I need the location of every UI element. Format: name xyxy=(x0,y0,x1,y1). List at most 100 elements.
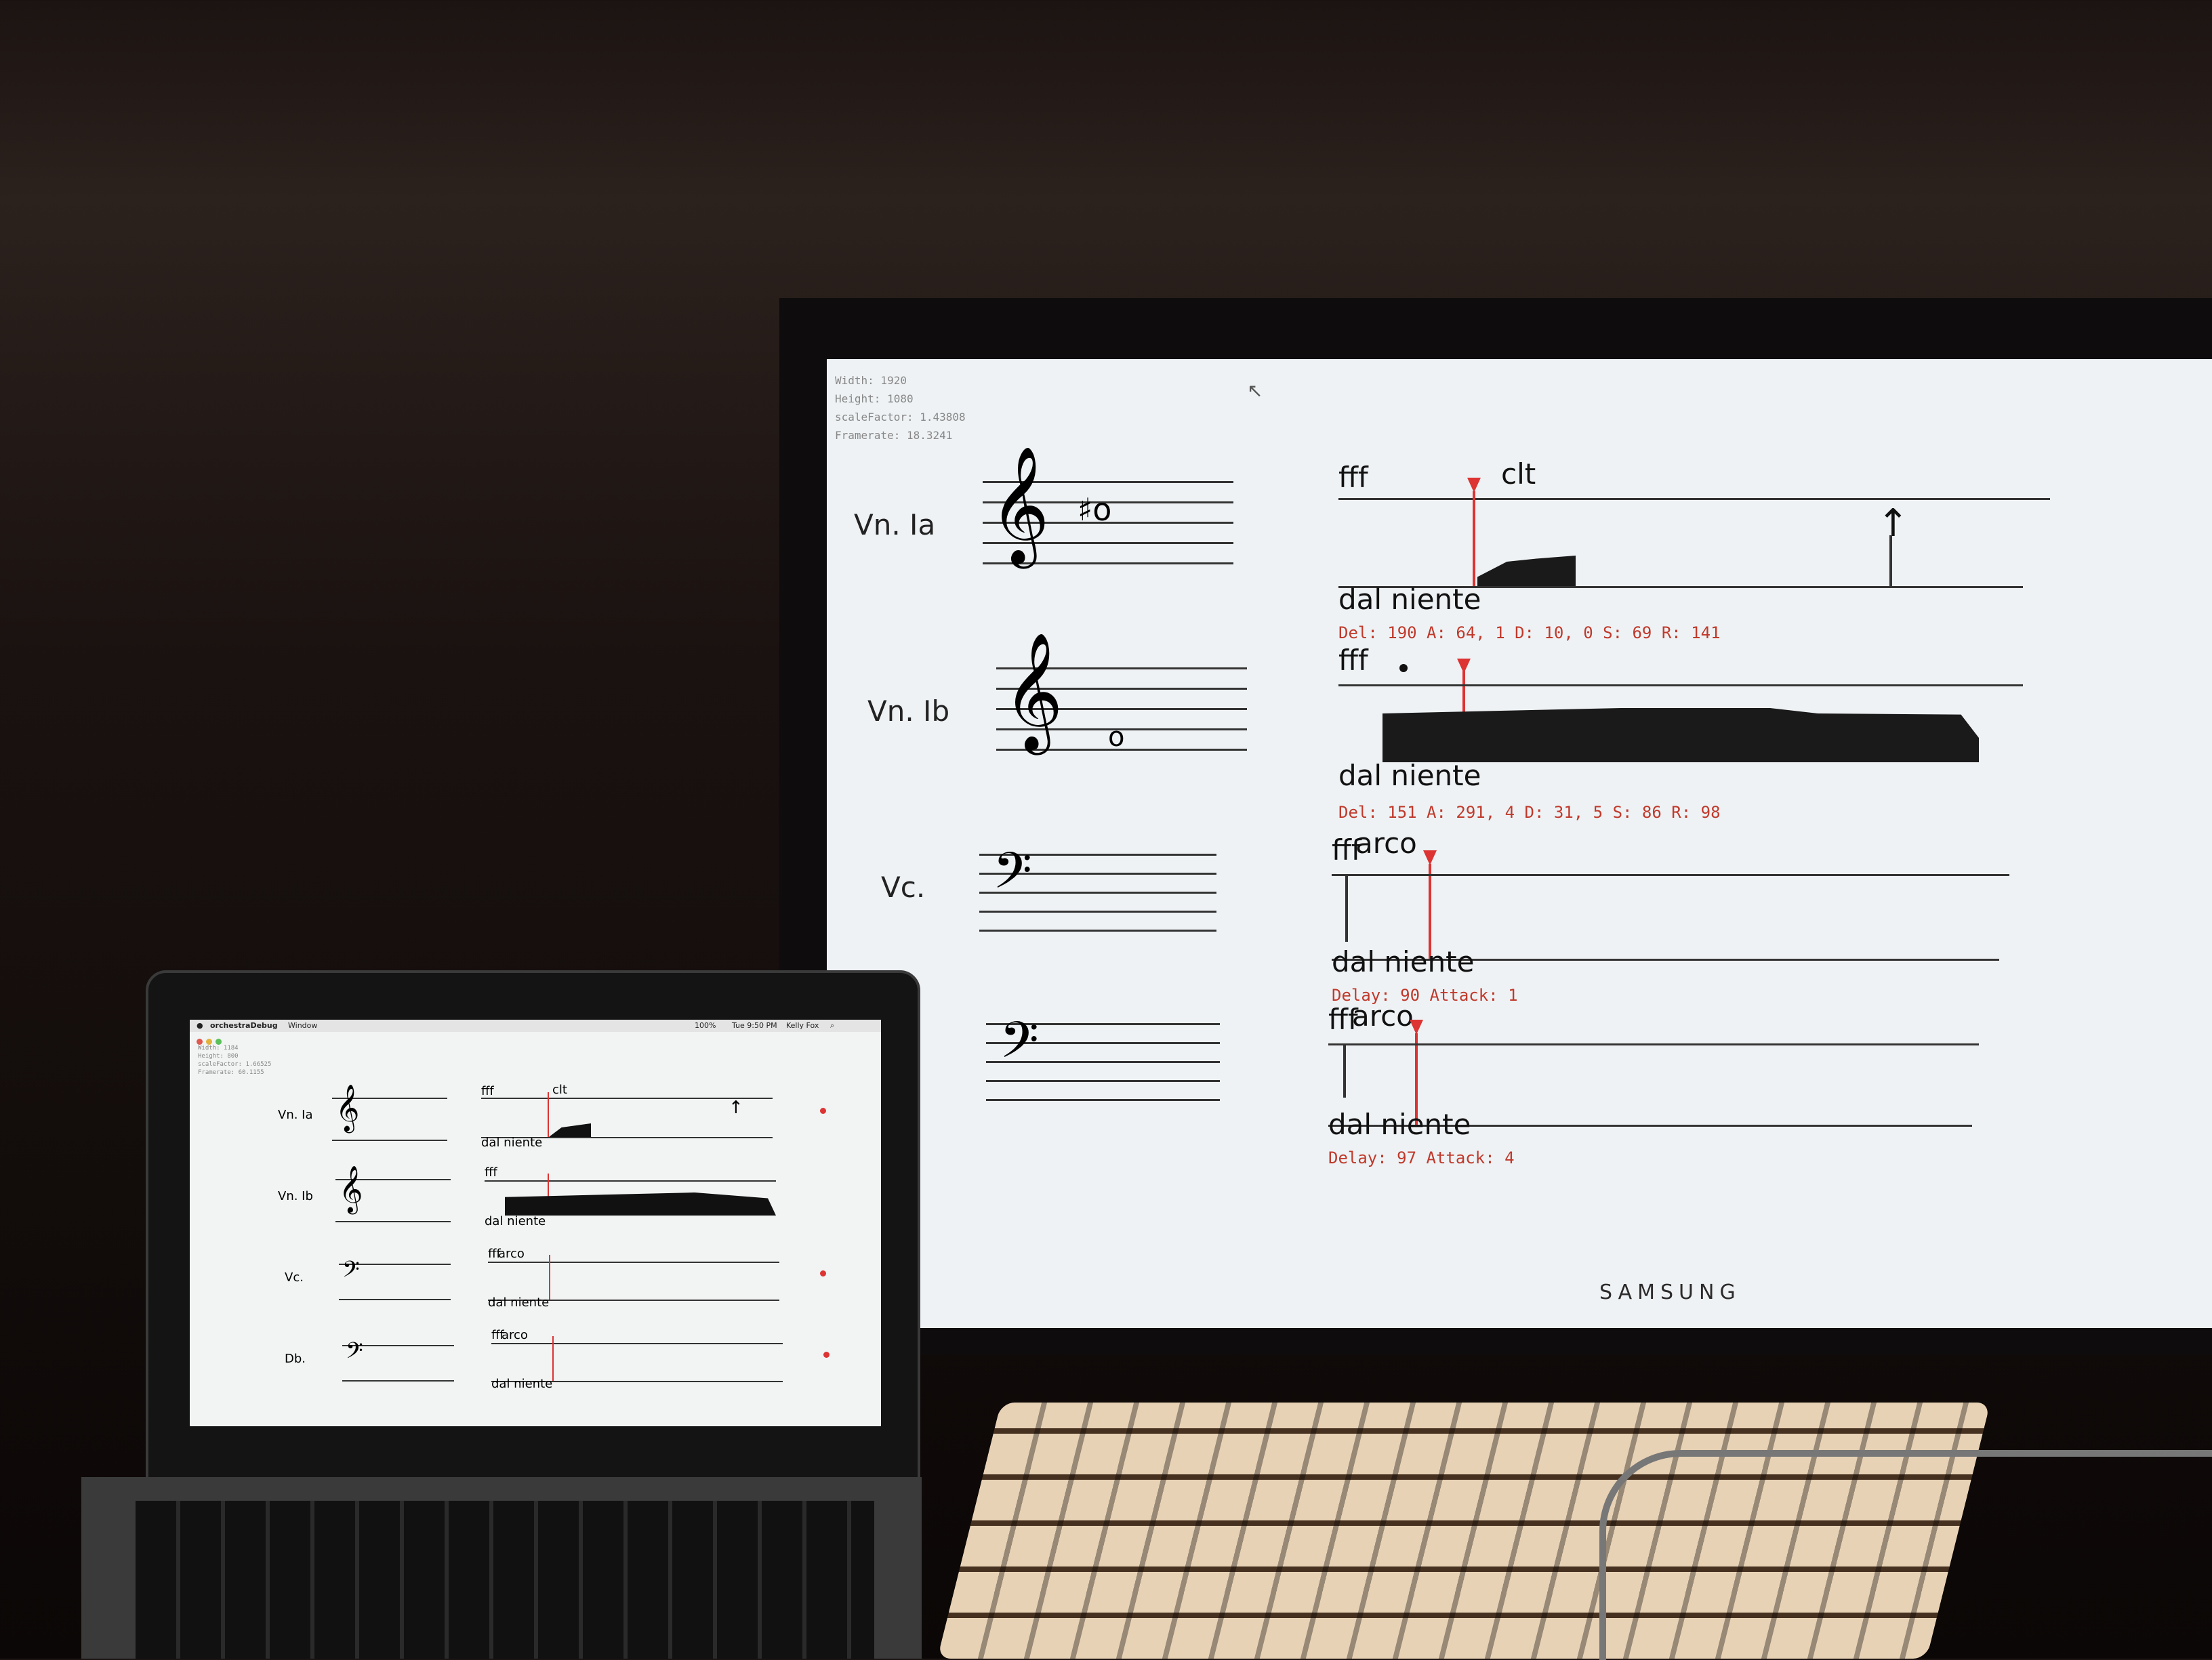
cable xyxy=(1599,1450,2212,1660)
debug-width: Width: 1184 xyxy=(198,1045,239,1052)
top-dynamic: fff xyxy=(1338,644,1368,677)
treble-staff: 𝄞 ♯o xyxy=(983,454,1233,569)
envelope-top-line xyxy=(485,1180,776,1182)
debug-overlay: Width: 1184 Height: 800 scaleFactor: 1.6… xyxy=(198,1044,271,1077)
laptop-screen: ● orchestraDebug Window 100% Tue 9:50 PM… xyxy=(190,1020,881,1426)
wall xyxy=(0,0,2212,298)
debug-width: Width: 1920 xyxy=(835,374,907,387)
technique: arco xyxy=(1355,827,1417,860)
envelope-top-line xyxy=(1328,1043,1979,1045)
envelope-top-line xyxy=(1332,874,2009,876)
menu-bar: ● orchestraDebug Window 100% Tue 9:50 PM… xyxy=(190,1020,881,1032)
mouse-pointer-icon: ↖ xyxy=(1247,379,1263,402)
status-dot xyxy=(823,1352,830,1358)
up-arrow-icon: ↑ xyxy=(729,1098,743,1118)
stave-row: Vn. Ib 𝄞 fff dal niente xyxy=(278,1165,874,1240)
envelope-shape xyxy=(1382,708,1979,762)
playhead-marker-icon xyxy=(1410,1020,1423,1035)
window-menu[interactable]: Window xyxy=(288,1021,317,1030)
up-arrow-icon: ↑ xyxy=(1877,501,1909,545)
playhead-marker-icon xyxy=(1423,850,1437,865)
stave-row: Vc. 𝄢 fff arco dal niente Delay: 90 Atta… xyxy=(881,827,2182,1005)
bass-staff: 𝄢 xyxy=(986,1016,1220,1104)
stave-row: Vn. Ib 𝄞 o fff dal niente Del: 151 A: 29… xyxy=(867,640,2182,822)
monitor-brand-logo: SAMSUNG xyxy=(1599,1281,1741,1304)
treble-clef-icon: 𝄞 xyxy=(989,446,1050,564)
clock[interactable]: Tue 9:50 PM xyxy=(732,1021,777,1030)
whole-note-icon: o xyxy=(1108,722,1125,753)
staff-line xyxy=(986,1099,1220,1101)
apple-menu-icon[interactable]: ● xyxy=(197,1021,203,1030)
search-icon[interactable]: ⌕ xyxy=(830,1021,834,1031)
technique: clt xyxy=(552,1083,567,1097)
envelope-stats: Delay: 97 Attack: 4 xyxy=(1328,1148,1515,1167)
technique: arco xyxy=(498,1247,525,1261)
arrow-shaft xyxy=(1889,535,1892,586)
debug-scale: scaleFactor: 1.43808 xyxy=(835,411,966,423)
app-menu[interactable]: orchestraDebug xyxy=(210,1021,278,1030)
sharp-note-icon: ♯o xyxy=(1078,491,1112,528)
instrument-label: Db. xyxy=(285,1352,306,1366)
debug-height: Height: 800 xyxy=(198,1053,239,1060)
technique: arco xyxy=(1352,999,1414,1033)
envelope-top-line xyxy=(491,1343,783,1344)
attack-line xyxy=(1343,1043,1346,1098)
envelope-top-line xyxy=(1338,498,2050,500)
technique: clt xyxy=(1501,457,1536,491)
bottom-text: dal niente xyxy=(1328,1108,1471,1141)
instrument-label: Vn. Ia xyxy=(278,1108,313,1122)
envelope-shape xyxy=(1477,556,1576,586)
envelope-shape xyxy=(505,1192,776,1216)
playhead xyxy=(548,1092,549,1137)
envelope-top-line xyxy=(488,1262,779,1263)
envelope-top-line xyxy=(1338,684,2023,686)
bottom-text: dal niente xyxy=(481,1136,543,1150)
bottom-text: dal niente xyxy=(1338,759,1481,792)
treble-clef-icon: 𝄞 xyxy=(335,1084,360,1132)
monitor-screen: Width: 1920 Height: 1080 scaleFactor: 1.… xyxy=(827,359,2212,1328)
top-dynamic: fff xyxy=(481,1084,494,1098)
debug-scale: scaleFactor: 1.66525 xyxy=(198,1061,272,1068)
debug-framerate: Framerate: 60.1155 xyxy=(198,1069,264,1076)
top-dynamic: fff xyxy=(1338,461,1368,494)
bottom-text: dal niente xyxy=(1332,945,1475,978)
envelope-shape xyxy=(549,1123,591,1137)
instrument-label: Vn. Ia xyxy=(854,508,936,541)
stave-row: o. 𝄢 fff arco dal niente Delay: 97 Attac… xyxy=(895,999,2182,1172)
treble-clef-icon: 𝄞 xyxy=(339,1165,363,1213)
bottom-text: dal niente xyxy=(488,1295,550,1310)
instrument-label: Vc. xyxy=(285,1270,304,1285)
treble-staff: 𝄞 o xyxy=(996,640,1247,755)
battery-status[interactable]: 100% xyxy=(695,1021,716,1030)
user-menu[interactable]: Kelly Fox xyxy=(786,1021,819,1030)
stave-row: Vc. 𝄢 fff arco dal niente xyxy=(278,1247,874,1321)
bottom-text: dal niente xyxy=(485,1214,546,1228)
treble-clef-icon: 𝄞 xyxy=(1003,632,1063,750)
status-dot xyxy=(820,1108,826,1114)
status-dot xyxy=(820,1270,826,1277)
debug-framerate: Framerate: 18.3241 xyxy=(835,429,953,442)
stave-row: Db. 𝄢 fff arco dal niente xyxy=(278,1328,874,1403)
envelope-stats: Del: 151 A: 291, 4 D: 31, 5 S: 86 R: 98 xyxy=(1338,803,1721,822)
technique: arco xyxy=(501,1328,528,1342)
stave-row: Vn. Ia 𝄞 ♯o fff clt ↑ dal niente Del: 19… xyxy=(854,454,2182,642)
bottom-text: dal niente xyxy=(491,1377,553,1391)
bass-staff: 𝄢 xyxy=(979,847,1216,935)
bass-clef-icon: 𝄢 xyxy=(346,1338,363,1369)
playhead xyxy=(552,1336,554,1381)
playhead-marker-icon xyxy=(1467,478,1481,493)
bass-clef-icon: 𝄢 xyxy=(1000,1011,1039,1082)
bottom-text: dal niente xyxy=(1338,583,1481,616)
instrument-label: Vc. xyxy=(881,871,926,904)
top-dynamic: fff xyxy=(485,1165,497,1180)
debug-overlay: Width: 1920 Height: 1080 scaleFactor: 1.… xyxy=(835,371,966,444)
bass-clef-icon: 𝄢 xyxy=(342,1257,360,1288)
playhead xyxy=(1473,491,1475,586)
laptop-keyboard xyxy=(136,1501,874,1659)
envelope-stats: Del: 190 A: 64, 1 D: 10, 0 S: 69 R: 141 xyxy=(1338,623,1721,642)
staff-line xyxy=(979,930,1216,932)
dot-marker-icon xyxy=(1399,664,1408,672)
playhead xyxy=(549,1255,550,1300)
instrument-label: Vn. Ib xyxy=(278,1189,313,1203)
debug-height: Height: 1080 xyxy=(835,392,914,405)
